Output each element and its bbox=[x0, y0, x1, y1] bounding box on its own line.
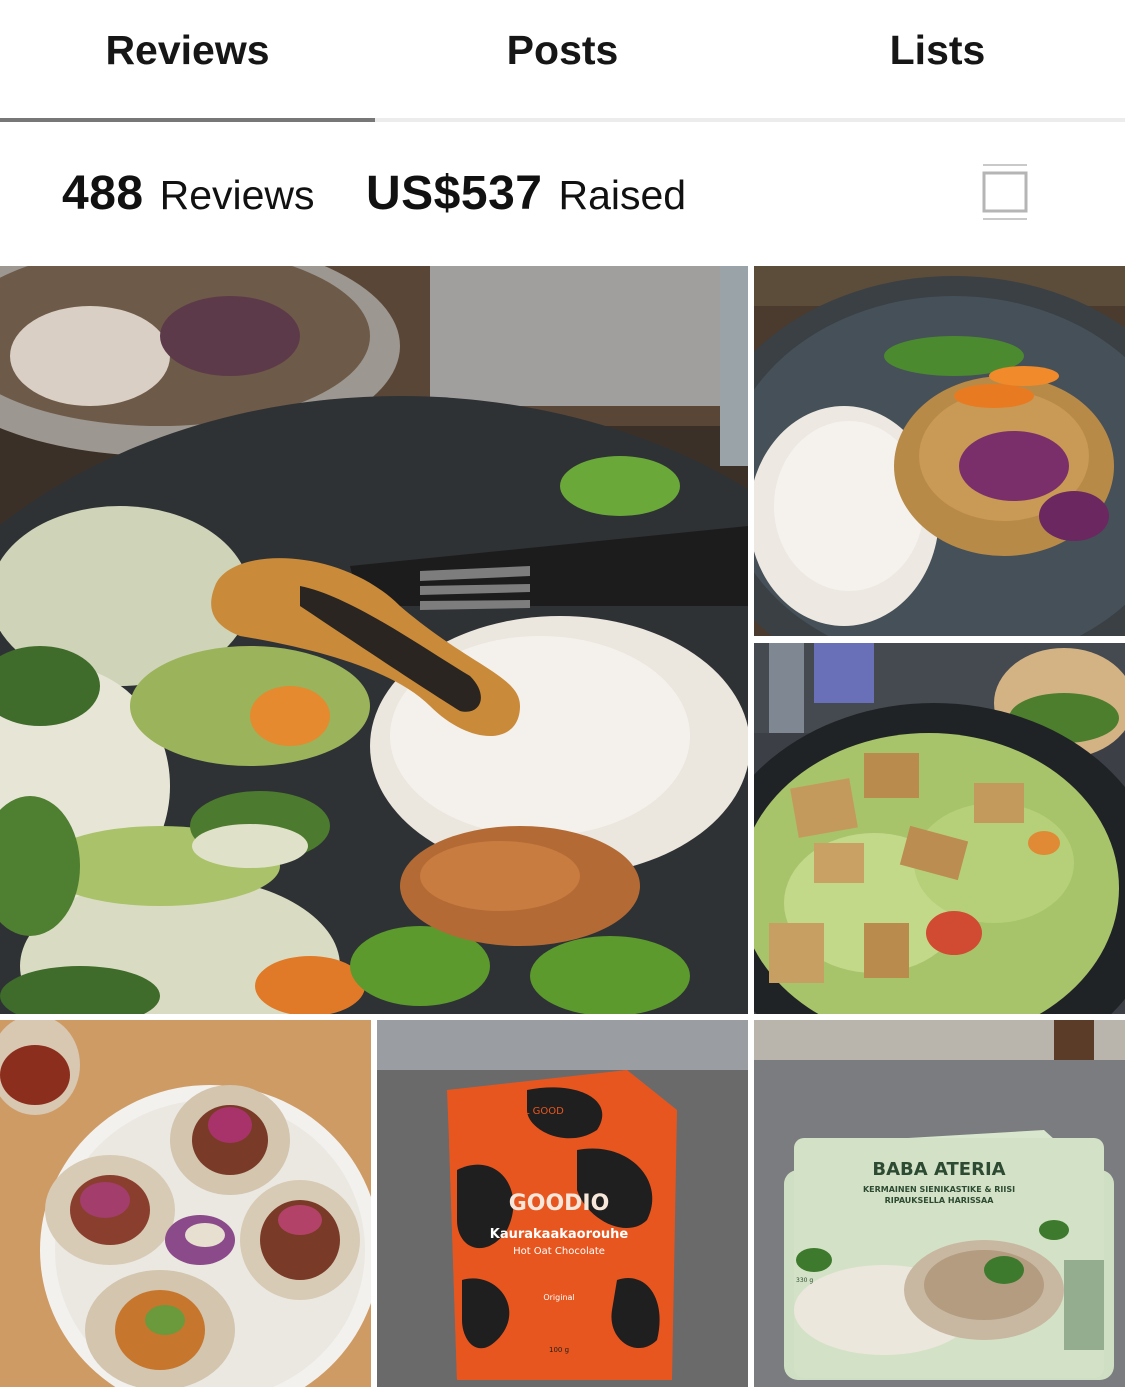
photo-baba-ateria[interactable]: BABA ATERIA KERMAINEN SIENIKASTIKE & RII… bbox=[754, 1020, 1125, 1387]
baba-line2: RIPAUKSELLA HARISSAA bbox=[885, 1196, 995, 1205]
photo-jackfruit-salad[interactable] bbox=[754, 643, 1125, 1014]
baba-line1: KERMAINEN SIENIKASTIKE & RIISI bbox=[863, 1185, 1015, 1194]
reviews-count: 488 bbox=[62, 167, 144, 220]
tab-reviews[interactable]: Reviews bbox=[0, 0, 375, 122]
tab-lists[interactable]: Lists bbox=[750, 0, 1125, 118]
goodio-variant: Original bbox=[543, 1293, 574, 1302]
layout-toggle-icon[interactable] bbox=[981, 162, 1029, 222]
photo-tacos[interactable] bbox=[0, 1020, 371, 1387]
goodio-product: Kaurakaakaorouhe bbox=[490, 1227, 629, 1242]
reviews-label: Reviews bbox=[159, 172, 315, 218]
photo-rice-bowl[interactable] bbox=[754, 266, 1125, 636]
raised-label: Raised bbox=[558, 172, 687, 218]
review-photo-grid: IT'S ALL GOOD GOODIO Kaurakaakaorouhe Ho… bbox=[0, 266, 1125, 1387]
raised-amount: US$537 bbox=[366, 167, 543, 220]
reviews-stat: 488 Reviews bbox=[62, 166, 315, 221]
stats-row: 488 Reviews US$537 Raised bbox=[0, 122, 1125, 266]
profile-tabs: Reviews Posts Lists bbox=[0, 0, 1125, 122]
goodio-badge: IT'S ALL GOOD bbox=[490, 1106, 564, 1117]
baba-brand: BABA ATERIA bbox=[872, 1159, 1005, 1180]
goodio-weight: 100 g bbox=[549, 1346, 569, 1354]
goodio-brand: GOODIO bbox=[509, 1191, 610, 1216]
raised-stat: US$537 Raised bbox=[366, 166, 686, 221]
photo-goodio-box[interactable]: IT'S ALL GOOD GOODIO Kaurakaakaorouhe Ho… bbox=[377, 1020, 748, 1387]
goodio-subtitle: Hot Oat Chocolate bbox=[513, 1246, 605, 1257]
photo-stir-fry[interactable] bbox=[0, 266, 748, 1014]
baba-weight: 330 g bbox=[796, 1277, 813, 1284]
tab-posts[interactable]: Posts bbox=[375, 0, 750, 118]
